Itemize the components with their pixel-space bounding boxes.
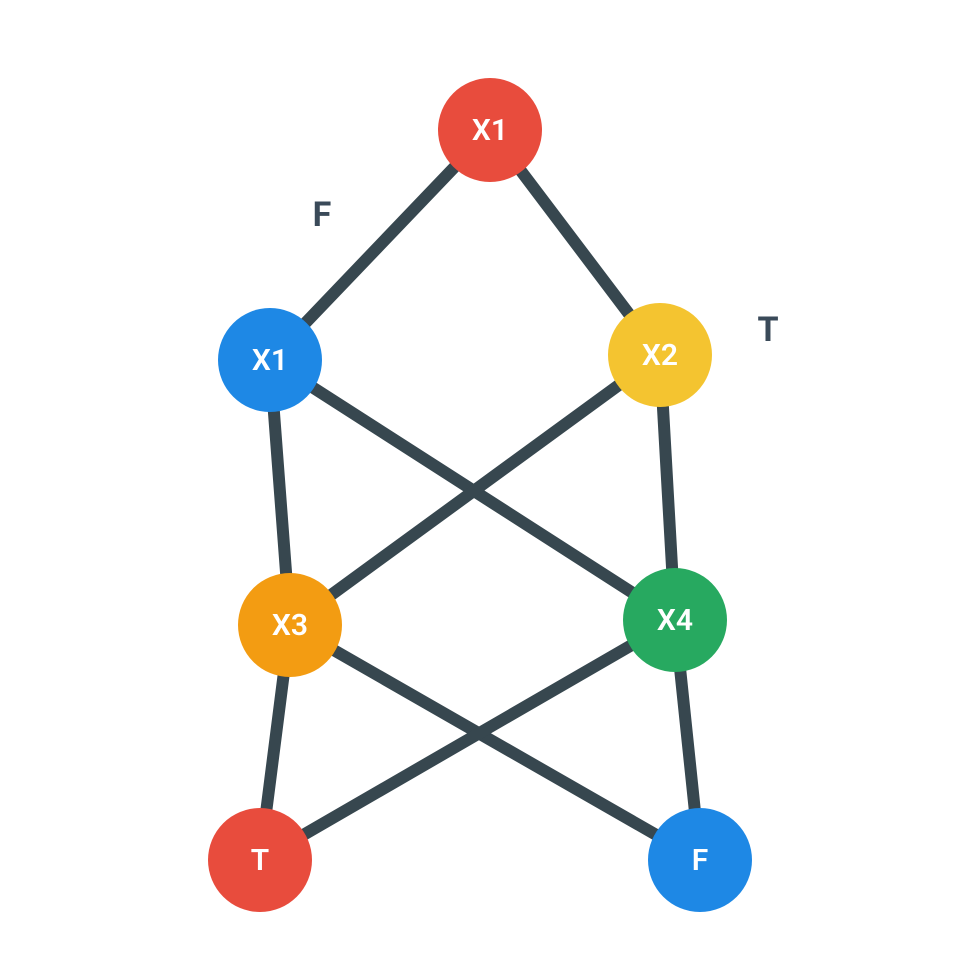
node-n_f: F	[648, 808, 752, 912]
node-label: F	[692, 843, 709, 878]
edge-n_x2-n_x3	[290, 355, 660, 625]
node-n_x1: X1	[218, 308, 322, 412]
node-n_x3: X3	[238, 573, 342, 677]
edge-annotation-label_t: T	[757, 310, 778, 350]
edge-annotation-label_f: F	[313, 195, 332, 235]
node-label: X4	[657, 603, 693, 638]
decision-diagram: X1 X1 X2 X3 X4 T F F T	[0, 0, 980, 980]
node-n_top: X1	[438, 78, 542, 182]
node-n_x4: X4	[623, 568, 727, 672]
node-label: T	[251, 843, 269, 878]
node-label: X2	[642, 338, 678, 373]
node-label: X3	[272, 608, 308, 643]
node-n_t: T	[208, 808, 312, 912]
node-label: X1	[472, 113, 508, 148]
node-label: X1	[252, 343, 288, 378]
edge-n_x3-n_f	[290, 625, 700, 860]
node-n_x2: X2	[608, 303, 712, 407]
